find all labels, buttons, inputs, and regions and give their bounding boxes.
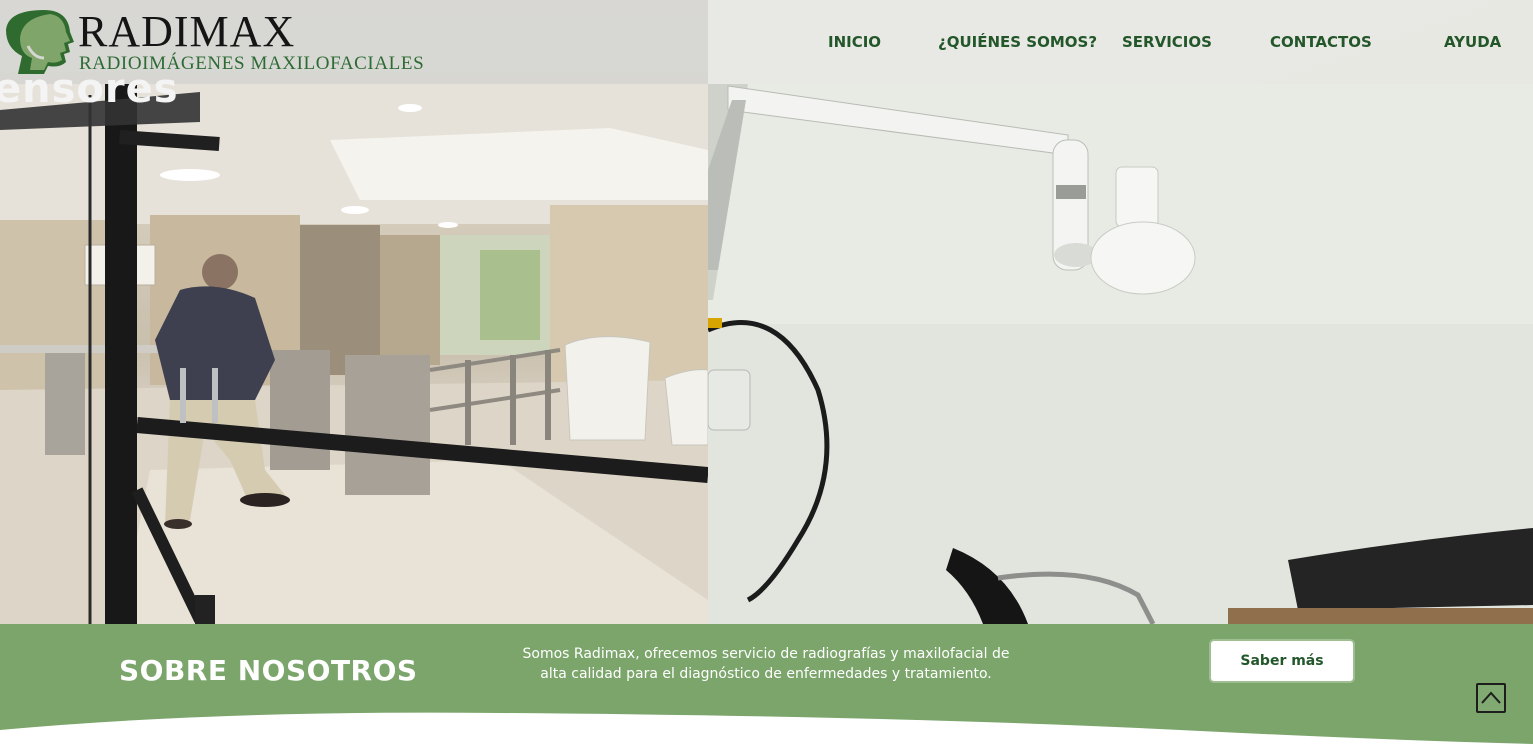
nav-servicios[interactable]: SERVICIOS: [1122, 33, 1212, 51]
hero-photo-xray-room: [708, 0, 1533, 624]
xray-room-illustration: [708, 84, 1533, 624]
page: RADIMAX RADIOIMÁGENES MAXILOFACIALES INI…: [0, 0, 1533, 747]
about-title: SOBRE NOSOTROS: [119, 654, 418, 687]
site-header: RADIMAX RADIOIMÁGENES MAXILOFACIALES INI…: [0, 0, 1533, 84]
hero-slideshow: [0, 0, 1533, 624]
chevron-up-icon: [1481, 691, 1501, 704]
nav-ayuda[interactable]: AYUDA: [1444, 33, 1501, 51]
wave-divider: [0, 712, 1533, 747]
nav-inicio[interactable]: INICIO: [828, 33, 881, 51]
head-profile-icon[interactable]: [4, 8, 76, 74]
brand-title[interactable]: RADIMAX: [78, 10, 295, 54]
saber-mas-button[interactable]: Saber más: [1209, 639, 1355, 683]
about-description: Somos Radimax, ofrecemos servicio de rad…: [522, 646, 1010, 682]
lobby-sign-text: ensores: [0, 66, 179, 112]
nav-quienes-somos[interactable]: ¿QUIÉNES SOMOS?: [938, 33, 1097, 51]
scroll-to-top-button[interactable]: [1476, 683, 1506, 713]
nav-contactos[interactable]: CONTACTOS: [1270, 33, 1372, 51]
